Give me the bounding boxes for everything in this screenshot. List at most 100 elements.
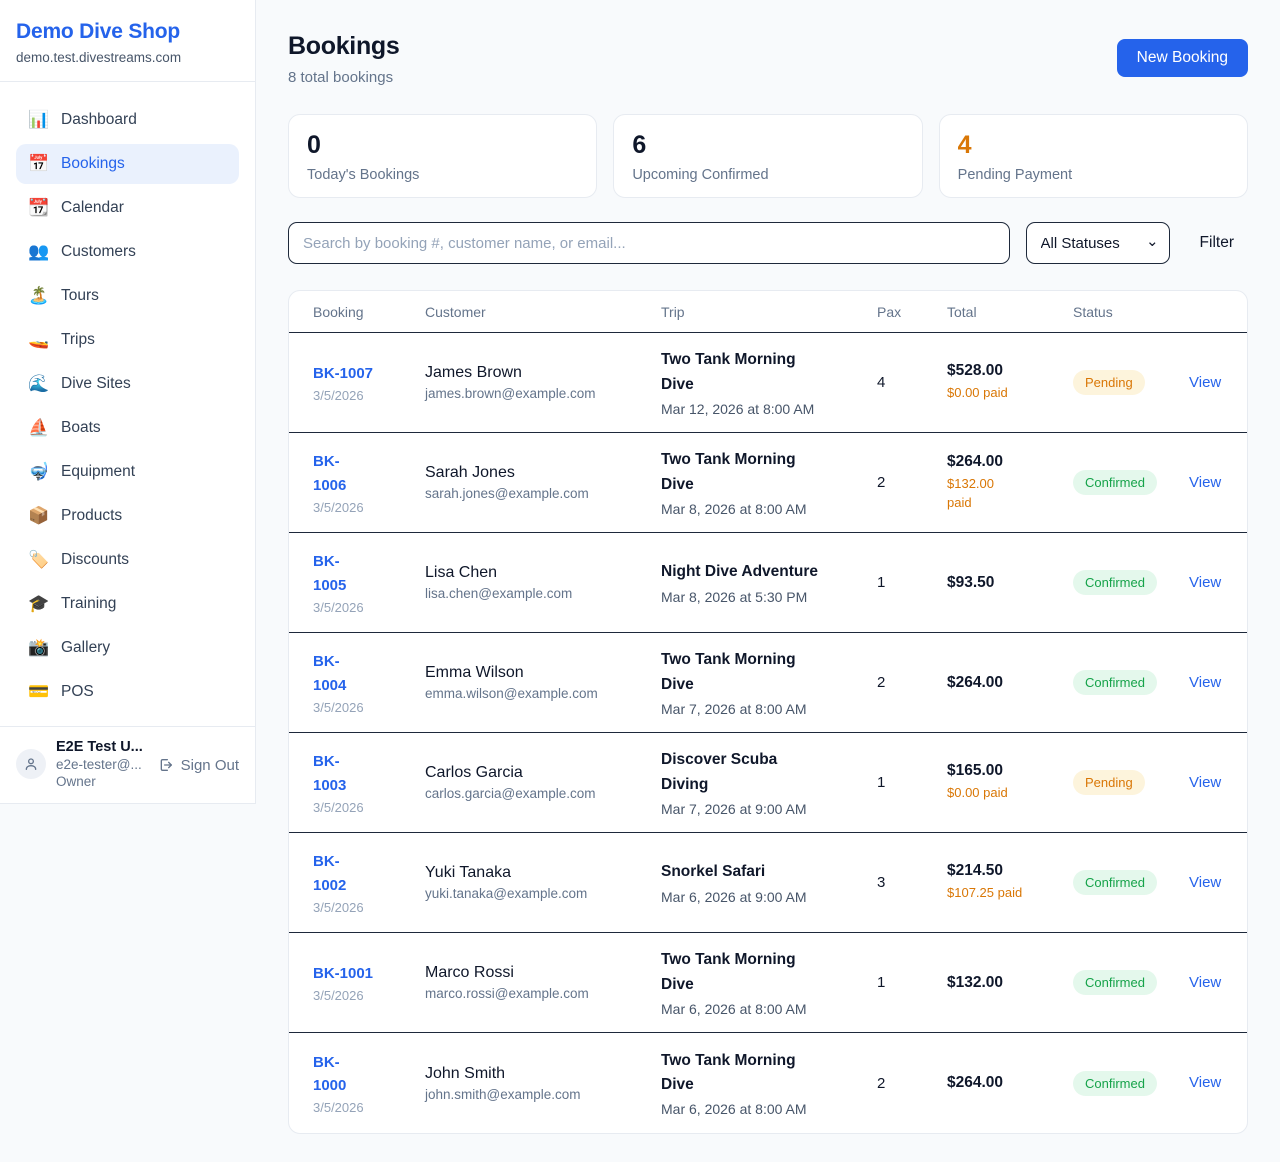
- sidebar-item-pos[interactable]: 💳 POS: [16, 672, 239, 712]
- customer-cell: Lisa Chen lisa.chen@example.com: [425, 564, 661, 601]
- customer-name: Sarah Jones: [425, 464, 661, 482]
- booking-row: BK- 1003 3/5/2026 Carlos Garcia carlos.g…: [289, 733, 1247, 833]
- booking-number-link[interactable]: BK-1007: [313, 365, 373, 382]
- booking-cell: BK- 1004 3/5/2026: [313, 650, 425, 715]
- sidebar-item-calendar[interactable]: 📆 Calendar: [16, 188, 239, 228]
- booking-cell: BK- 1002 3/5/2026: [313, 850, 425, 915]
- user-name: E2E Test U...: [56, 739, 148, 755]
- shop-domain: demo.test.divestreams.com: [16, 50, 239, 65]
- booking-row: BK- 1004 3/5/2026 Emma Wilson emma.wilso…: [289, 633, 1247, 733]
- trip-datetime: Mar 6, 2026 at 8:00 AM: [661, 1001, 877, 1017]
- sidebar-item-label: Trips: [61, 331, 95, 349]
- stat-card: 6 Upcoming Confirmed: [613, 114, 922, 198]
- total-value: $165.00: [947, 762, 1073, 780]
- sidebar-item-equipment[interactable]: 🤿 Equipment: [16, 452, 239, 492]
- new-booking-button[interactable]: New Booking: [1117, 39, 1248, 77]
- stat-value: 6: [632, 130, 903, 160]
- booking-number-link[interactable]: BK- 1006: [313, 453, 346, 493]
- stats-row: 0 Today's Bookings 6 Upcoming Confirmed …: [288, 114, 1248, 198]
- trip-datetime: Mar 8, 2026 at 8:00 AM: [661, 501, 877, 517]
- customer-name: John Smith: [425, 1065, 661, 1083]
- page-header: Bookings 8 total bookings New Booking: [288, 32, 1248, 86]
- view-link[interactable]: View: [1189, 674, 1221, 691]
- stat-label: Pending Payment: [958, 167, 1229, 183]
- actions-cell: View: [1189, 674, 1223, 692]
- view-link[interactable]: View: [1189, 374, 1221, 391]
- shop-name[interactable]: Demo Dive Shop: [16, 20, 239, 44]
- stat-card: 4 Pending Payment: [939, 114, 1248, 198]
- status-badge: Confirmed: [1073, 570, 1157, 595]
- status-badge: Pending: [1073, 770, 1145, 795]
- sidebar-item-training[interactable]: 🎓 Training: [16, 584, 239, 624]
- actions-cell: View: [1189, 474, 1223, 492]
- wave-icon: 🌊: [28, 374, 48, 394]
- booking-number-link[interactable]: BK- 1002: [313, 853, 346, 893]
- booking-cell: BK- 1000 3/5/2026: [313, 1051, 425, 1116]
- status-cell: Confirmed: [1073, 670, 1189, 695]
- booking-number-link[interactable]: BK- 1000: [313, 1054, 346, 1094]
- status-badge: Confirmed: [1073, 1071, 1157, 1096]
- sidebar: Demo Dive Shop demo.test.divestreams.com…: [0, 0, 256, 804]
- booking-number-link[interactable]: BK-1001: [313, 965, 373, 982]
- status-filter-select[interactable]: All Statuses: [1026, 222, 1170, 264]
- sidebar-item-label: Boats: [61, 419, 101, 437]
- sidebar-item-trips[interactable]: 🚤 Trips: [16, 320, 239, 360]
- booking-number-link[interactable]: BK- 1005: [313, 553, 346, 593]
- trip-datetime: Mar 8, 2026 at 5:30 PM: [661, 589, 877, 605]
- customer-cell: James Brown james.brown@example.com: [425, 364, 661, 401]
- sidebar-item-bookings[interactable]: 📅 Bookings: [16, 144, 239, 184]
- page-title-block: Bookings 8 total bookings: [288, 32, 400, 86]
- booking-row: BK-1001 3/5/2026 Marco Rossi marco.rossi…: [289, 933, 1247, 1033]
- view-link[interactable]: View: [1189, 774, 1221, 791]
- customer-name: Emma Wilson: [425, 664, 661, 682]
- sign-out-button[interactable]: Sign Out: [158, 757, 239, 774]
- sidebar-item-dashboard[interactable]: 📊 Dashboard: [16, 100, 239, 140]
- filter-button[interactable]: Filter: [1186, 234, 1248, 252]
- paid-value: $0.00 paid: [947, 784, 1073, 802]
- sidebar-item-label: Dashboard: [61, 111, 137, 129]
- booking-row: BK- 1005 3/5/2026 Lisa Chen lisa.chen@ex…: [289, 533, 1247, 633]
- total-value: $528.00: [947, 362, 1073, 380]
- stat-card: 0 Today's Bookings: [288, 114, 597, 198]
- sidebar-item-boats[interactable]: ⛵ Boats: [16, 408, 239, 448]
- calendar-icon: 📆: [28, 198, 48, 218]
- sidebar-item-tours[interactable]: 🏝️ Tours: [16, 276, 239, 316]
- status-filter: All Statuses ⌄: [1026, 222, 1170, 264]
- column-header-customer: Customer: [425, 304, 661, 320]
- diving-mask-icon: 🤿: [28, 462, 48, 482]
- sidebar-item-label: Customers: [61, 243, 136, 261]
- sidebar-item-label: POS: [61, 683, 94, 701]
- customer-cell: Carlos Garcia carlos.garcia@example.com: [425, 764, 661, 801]
- customer-email: emma.wilson@example.com: [425, 686, 661, 701]
- view-link[interactable]: View: [1189, 1074, 1221, 1091]
- view-link[interactable]: View: [1189, 474, 1221, 491]
- column-header-booking: Booking: [313, 304, 425, 320]
- sidebar-item-gallery[interactable]: 📸 Gallery: [16, 628, 239, 668]
- package-icon: 📦: [28, 506, 48, 526]
- customer-email: lisa.chen@example.com: [425, 586, 661, 601]
- search-input[interactable]: [288, 222, 1010, 264]
- stat-value: 0: [307, 130, 578, 160]
- view-link[interactable]: View: [1189, 974, 1221, 991]
- sidebar-item-products[interactable]: 📦 Products: [16, 496, 239, 536]
- sidebar-item-label: Gallery: [61, 639, 110, 657]
- booking-number-link[interactable]: BK- 1003: [313, 753, 346, 793]
- view-link[interactable]: View: [1189, 574, 1221, 591]
- status-cell: Confirmed: [1073, 570, 1189, 595]
- sidebar-item-dive-sites[interactable]: 🌊 Dive Sites: [16, 364, 239, 404]
- booking-row: BK- 1002 3/5/2026 Yuki Tanaka yuki.tanak…: [289, 833, 1247, 933]
- view-link[interactable]: View: [1189, 874, 1221, 891]
- column-header-pax: Pax: [877, 304, 947, 320]
- trip-datetime: Mar 7, 2026 at 8:00 AM: [661, 701, 877, 717]
- column-header-trip: Trip: [661, 304, 877, 320]
- sidebar-item-customers[interactable]: 👥 Customers: [16, 232, 239, 272]
- app-root: Demo Dive Shop demo.test.divestreams.com…: [0, 0, 1280, 1162]
- sidebar-item-discounts[interactable]: 🏷️ Discounts: [16, 540, 239, 580]
- sidebar-item-label: Training: [61, 595, 116, 613]
- page-subtitle: 8 total bookings: [288, 69, 400, 86]
- bar-chart-icon: 📊: [28, 110, 48, 130]
- actions-cell: View: [1189, 974, 1223, 992]
- total-cell: $93.50: [947, 574, 1073, 592]
- booking-date: 3/5/2026: [313, 988, 425, 1003]
- booking-number-link[interactable]: BK- 1004: [313, 653, 346, 693]
